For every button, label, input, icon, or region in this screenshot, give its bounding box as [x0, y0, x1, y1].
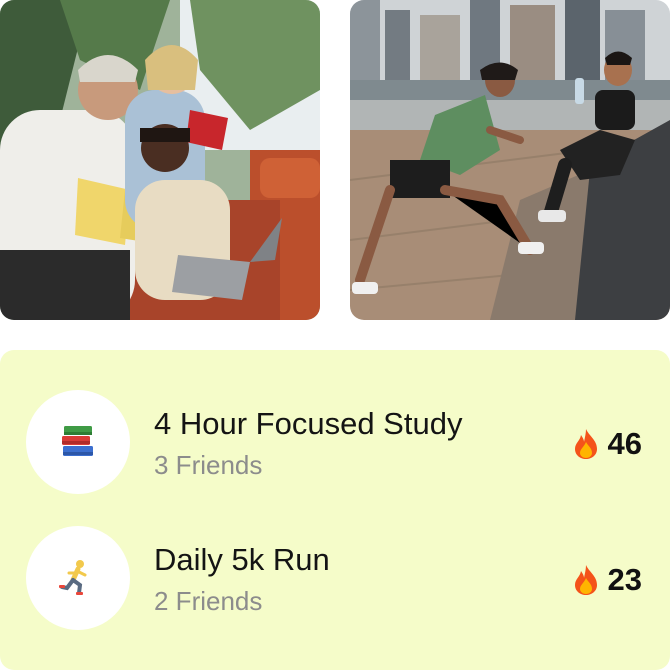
fire-icon — [574, 429, 597, 459]
streak-count: 23 — [607, 562, 642, 597]
challenge-row[interactable]: 4 Hour Focused Study 3 Friends 46 — [0, 390, 670, 494]
challenge-title: Daily 5k Run — [154, 542, 330, 577]
streak-badge: 46 — [572, 426, 642, 462]
stretching-photo — [350, 0, 670, 320]
streak-count: 46 — [607, 426, 642, 461]
challenge-icon-circle — [26, 526, 130, 630]
challenge-friends-count: 3 Friends — [154, 450, 263, 480]
streak-badge: 23 — [572, 562, 642, 598]
study-group-photo — [0, 0, 320, 320]
challenge-friends-count: 2 Friends — [154, 586, 263, 616]
books-icon — [62, 426, 93, 456]
challenges-card: 4 Hour Focused Study 3 Friends 46 Daily … — [0, 350, 670, 670]
challenge-row[interactable]: Daily 5k Run 2 Friends 23 — [0, 526, 670, 630]
runner-icon — [59, 560, 87, 595]
challenge-icon-circle — [26, 390, 130, 494]
challenge-title: 4 Hour Focused Study — [154, 406, 463, 441]
fire-icon — [574, 565, 597, 595]
